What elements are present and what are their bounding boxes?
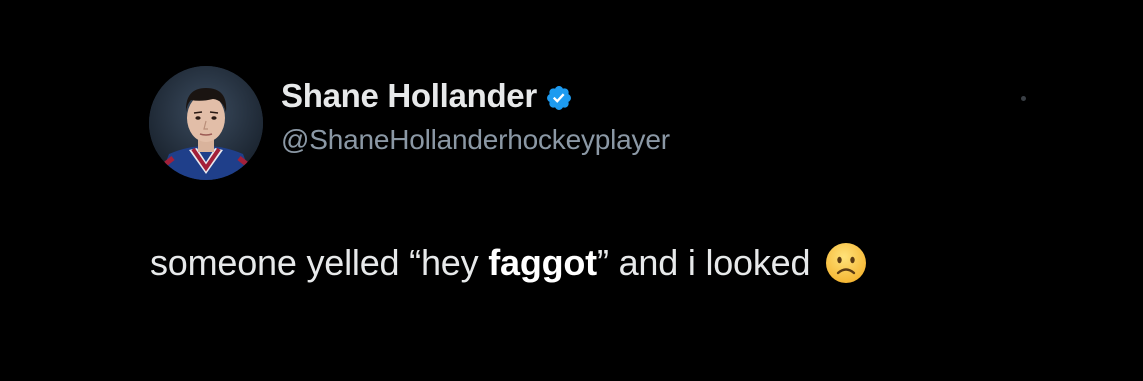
avatar-image (149, 66, 263, 180)
verified-badge-icon (545, 84, 573, 112)
tweet-card: Shane Hollander @ShaneHollanderhockeypla… (0, 0, 1143, 381)
tweet-text-part-1: someone yelled “hey (150, 242, 489, 283)
display-name[interactable]: Shane Hollander (281, 77, 537, 115)
name-row: Shane Hollander (281, 77, 573, 115)
tweet-text: someone yelled “hey faggot ” and i looke… (150, 241, 868, 285)
more-options-icon (1021, 96, 1026, 101)
user-handle[interactable]: @ShaneHollanderhockeyplayer (281, 124, 670, 156)
frowning-face-emoji-icon (824, 241, 868, 285)
tweet-text-bold: faggot (488, 242, 597, 283)
tweet-text-part-2: ” and i looked (596, 242, 811, 283)
avatar[interactable] (149, 66, 263, 180)
